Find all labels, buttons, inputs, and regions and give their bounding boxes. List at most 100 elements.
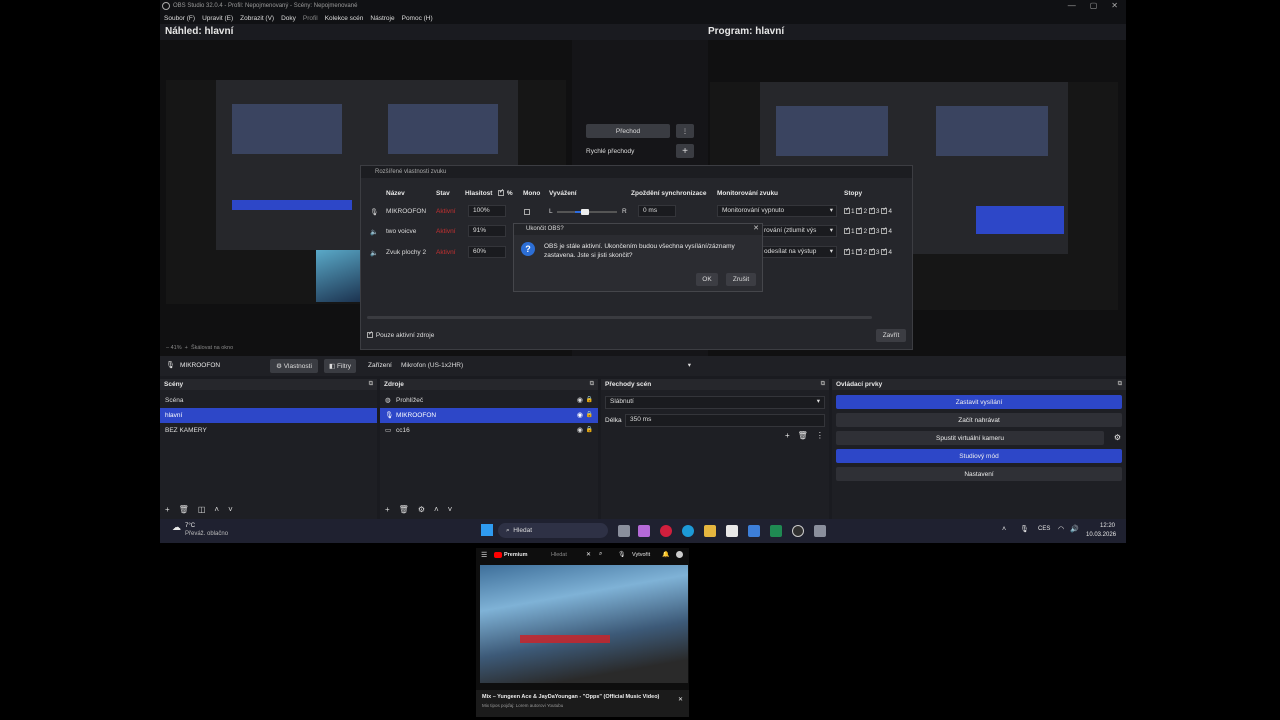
monitoring-select[interactable]: Monitorování vypnuto ▾ <box>717 205 837 217</box>
store-icon[interactable] <box>726 525 738 537</box>
transition-button[interactable]: Přechod <box>586 124 670 138</box>
sync-offset-input[interactable]: 0 ms <box>638 205 676 217</box>
source-item[interactable]: ◍ Prohlížeč ◉ 🔒 <box>380 393 598 408</box>
lock-icon[interactable]: 🔒 <box>586 393 593 408</box>
track-checkbox[interactable] <box>881 247 887 256</box>
windows-start-icon[interactable] <box>481 524 493 536</box>
youtube-search[interactable]: Hledat <box>551 552 567 558</box>
video-player[interactable] <box>480 565 688 683</box>
filters-button[interactable]: ◧ Filtry <box>324 359 356 373</box>
dock-pin-icon[interactable]: ⧉ <box>1118 379 1122 390</box>
track-checkbox[interactable] <box>856 206 862 215</box>
menu-icon[interactable]: ⋮ <box>816 431 824 440</box>
wifi-icon[interactable]: ◠ <box>1058 525 1064 533</box>
close-icon[interactable]: ✕ <box>678 696 683 703</box>
zoom-in-button[interactable]: + <box>185 345 188 351</box>
track-checkbox[interactable] <box>856 226 862 235</box>
percent-toggle[interactable]: % <box>498 188 513 197</box>
chevron-down-icon[interactable]: ˅ <box>448 505 453 514</box>
filter-icon[interactable]: ◫ <box>198 505 206 514</box>
chevron-up-icon[interactable]: ˄ <box>1002 526 1006 533</box>
track-checkbox[interactable] <box>868 247 875 256</box>
start-virtual-camera-button[interactable]: Spustit virtuální kameru <box>836 431 1104 445</box>
dock-pin-icon[interactable]: ⧉ <box>590 379 594 390</box>
add-icon[interactable]: + <box>785 431 790 440</box>
cancel-button[interactable]: Zrušit <box>726 273 756 286</box>
gear-icon[interactable]: ⚙ <box>1114 433 1121 442</box>
track-checkbox[interactable] <box>844 247 850 256</box>
menu-file[interactable]: Soubor (F) <box>164 15 195 22</box>
transition-menu-icon[interactable]: ⋮ <box>676 124 694 138</box>
menu-profile[interactable]: Profil <box>303 15 318 22</box>
language-indicator[interactable]: CES <box>1038 526 1050 532</box>
percent-checkbox[interactable] <box>498 188 504 197</box>
properties-button[interactable]: ⚙ Vlastnosti <box>270 359 318 373</box>
source-item-selected[interactable]: 🎙 MIKROOFON ◉ 🔒 <box>380 408 598 423</box>
photos-icon[interactable] <box>748 525 760 537</box>
close-icon[interactable]: ✕ <box>586 551 591 558</box>
active-only-checkbox[interactable] <box>367 330 373 339</box>
eye-icon[interactable]: ◉ <box>577 408 583 423</box>
maximize-button[interactable]: ▢ <box>1090 1 1098 10</box>
file-explorer-icon[interactable] <box>704 525 716 537</box>
balance-slider[interactable] <box>557 209 617 215</box>
eye-icon[interactable]: ◉ <box>577 423 583 438</box>
dock-pin-icon[interactable]: ⧉ <box>369 379 373 390</box>
dock-pin-icon[interactable]: ⧉ <box>821 379 825 390</box>
mono-checkbox[interactable] <box>524 209 530 215</box>
trash-icon[interactable]: 🗑 <box>798 431 808 440</box>
lock-icon[interactable]: 🔒 <box>586 408 593 423</box>
menu-tools[interactable]: Nástroje <box>370 15 394 22</box>
scene-item-selected[interactable]: hlavní <box>160 408 377 423</box>
app-icon[interactable] <box>770 525 782 537</box>
track-checkbox[interactable] <box>868 226 875 235</box>
monitoring-select[interactable]: rování (ztlumit výs ▾ <box>759 225 837 237</box>
track-checkbox[interactable] <box>844 206 850 215</box>
task-view-icon[interactable] <box>618 525 630 537</box>
start-recording-button[interactable]: Začít nahrávat <box>836 413 1122 427</box>
settings-taskbar-icon[interactable] <box>814 525 826 537</box>
track-checkbox[interactable] <box>881 206 887 215</box>
video-title[interactable]: Mix – Yungeen Ace & JayDaYoungan - "Opps… <box>482 694 662 700</box>
volume-input[interactable]: 100% <box>468 205 506 217</box>
monitoring-select[interactable]: odesílat na výstup ▾ <box>759 246 837 258</box>
scene-item[interactable]: Scéna <box>160 393 377 408</box>
close-dialog-button[interactable]: Zavřít <box>876 329 906 342</box>
track-checkbox[interactable] <box>868 206 875 215</box>
add-icon[interactable]: + <box>385 505 390 514</box>
eye-icon[interactable]: ◉ <box>577 393 583 408</box>
studio-mode-button[interactable]: Studiový mód <box>836 449 1122 463</box>
avatar[interactable] <box>676 551 683 558</box>
microphone-icon[interactable]: 🎙 <box>618 551 626 558</box>
track-checkbox[interactable] <box>881 226 887 235</box>
volume-input[interactable]: 60% <box>468 246 506 258</box>
gear-icon[interactable]: ⚙ <box>418 505 425 514</box>
track-checkbox[interactable] <box>856 247 862 256</box>
stop-streaming-button[interactable]: Zastavit vysílání <box>836 395 1122 409</box>
chevron-up-icon[interactable]: ˄ <box>214 505 219 514</box>
obs-taskbar-icon[interactable] <box>792 525 804 537</box>
close-icon[interactable]: ✕ <box>753 224 759 232</box>
track-checkbox[interactable] <box>844 226 850 235</box>
create-button[interactable]: Vytvořit <box>632 552 650 558</box>
scene-item[interactable]: BEZ KAMERY <box>160 423 377 438</box>
menu-view[interactable]: Zobrazit (V) <box>240 15 274 22</box>
menu-scene-collection[interactable]: Kolekce scén <box>325 15 364 22</box>
close-button[interactable]: ✕ <box>1111 1 1118 10</box>
volume-icon[interactable]: 🔊 <box>1070 525 1079 533</box>
duration-input[interactable]: 350 ms <box>625 414 825 427</box>
active-only-toggle[interactable]: Pouze aktivní zdroje <box>367 330 434 339</box>
trash-icon[interactable]: 🗑 <box>179 505 189 514</box>
chevron-up-icon[interactable]: ˄ <box>434 505 439 514</box>
transition-type-select[interactable]: Slábnutí ▾ <box>605 396 825 409</box>
ok-button[interactable]: OK <box>696 273 718 286</box>
tracks-group[interactable]: 1 2 3 4 <box>844 226 892 235</box>
horizontal-scrollbar[interactable] <box>367 316 872 319</box>
source-item[interactable]: ▭ cc16 ◉ 🔒 <box>380 423 598 438</box>
tracks-group[interactable]: 1 2 3 4 <box>844 247 892 256</box>
add-quick-transition-icon[interactable]: + <box>676 144 694 158</box>
tracks-group[interactable]: 1 2 3 4 <box>844 206 892 215</box>
lock-icon[interactable]: 🔒 <box>586 423 593 438</box>
scale-to-window[interactable]: Škálovat na okno <box>191 345 233 351</box>
balance-handle[interactable] <box>581 209 589 215</box>
